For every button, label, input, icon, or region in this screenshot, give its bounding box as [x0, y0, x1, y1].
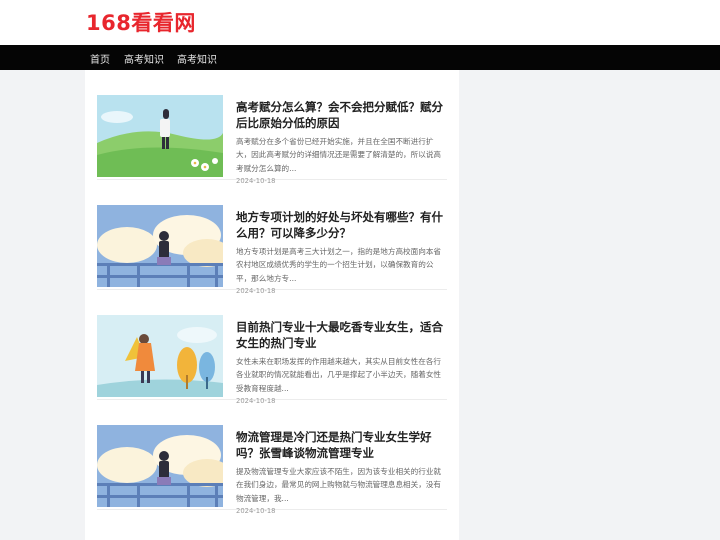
- article-title[interactable]: 地方专项计划的好处与坏处有哪些？有什么用？可以降多少分？: [236, 210, 446, 241]
- girl-at-railing-clouds-illustration: [97, 205, 223, 287]
- site-logo[interactable]: 168看看网: [86, 7, 196, 37]
- girl-at-railing-clouds-illustration: [97, 425, 223, 507]
- nav-item-gaokao-2[interactable]: 高考知识: [177, 51, 217, 66]
- article-title[interactable]: 物流管理是冷门还是热门专业女生学好吗？张雪峰谈物流管理专业: [236, 430, 446, 461]
- article-date: 2024-10-18: [236, 507, 276, 515]
- article-thumbnail[interactable]: [97, 425, 223, 507]
- article-excerpt: 提及物流管理专业大家应该不陌生，因为该专业相关的行业就在我们身边，最常见的网上购…: [236, 467, 442, 503]
- article-excerpt: 高考赋分在多个省份已经开始实施，并且在全国不断进行扩大，因此高考赋分的详细情况还…: [236, 137, 442, 173]
- nav-bar: 首页 高考知识 高考知识: [0, 45, 720, 70]
- article-card[interactable]: 物流管理是冷门还是热门专业女生学好吗？张雪峰谈物流管理专业 提及物流管理专业大家…: [97, 400, 447, 515]
- article-card[interactable]: 地方专项计划的好处与坏处有哪些？有什么用？可以降多少分？ 地方专项计划是高考三大…: [97, 180, 447, 295]
- girl-on-green-hill-illustration: [97, 95, 223, 177]
- article-excerpt: 地方专项计划是高考三大计划之一，指的是地方高校面向本省农村地区成绩优秀的学生的一…: [236, 247, 442, 283]
- article-thumbnail[interactable]: [97, 95, 223, 177]
- article-title[interactable]: 高考赋分怎么算？会不会把分赋低？赋分后比原始分低的原因: [236, 100, 446, 131]
- girl-with-cape-trees-illustration: [97, 315, 223, 397]
- nav-item-home[interactable]: 首页: [90, 51, 110, 66]
- article-card[interactable]: 高考赋分怎么算？会不会把分赋低？赋分后比原始分低的原因 高考赋分在多个省份已经开…: [97, 70, 447, 185]
- article-thumbnail[interactable]: [97, 205, 223, 287]
- article-card[interactable]: 目前热门专业十大最吃香专业女生，适合女生的热门专业 女性未来在职场发挥的作用越来…: [97, 290, 447, 405]
- nav-item-gaokao[interactable]: 高考知识: [124, 51, 164, 66]
- site-header: 168看看网: [0, 0, 720, 45]
- article-title[interactable]: 目前热门专业十大最吃香专业女生，适合女生的热门专业: [236, 320, 446, 351]
- article-list: 高考赋分怎么算？会不会把分赋低？赋分后比原始分低的原因 高考赋分在多个省份已经开…: [85, 70, 459, 540]
- article-excerpt: 女性未来在职场发挥的作用越来越大，其实从目前女性在各行各业就职的情况就能看出，几…: [236, 357, 442, 393]
- article-thumbnail[interactable]: [97, 315, 223, 397]
